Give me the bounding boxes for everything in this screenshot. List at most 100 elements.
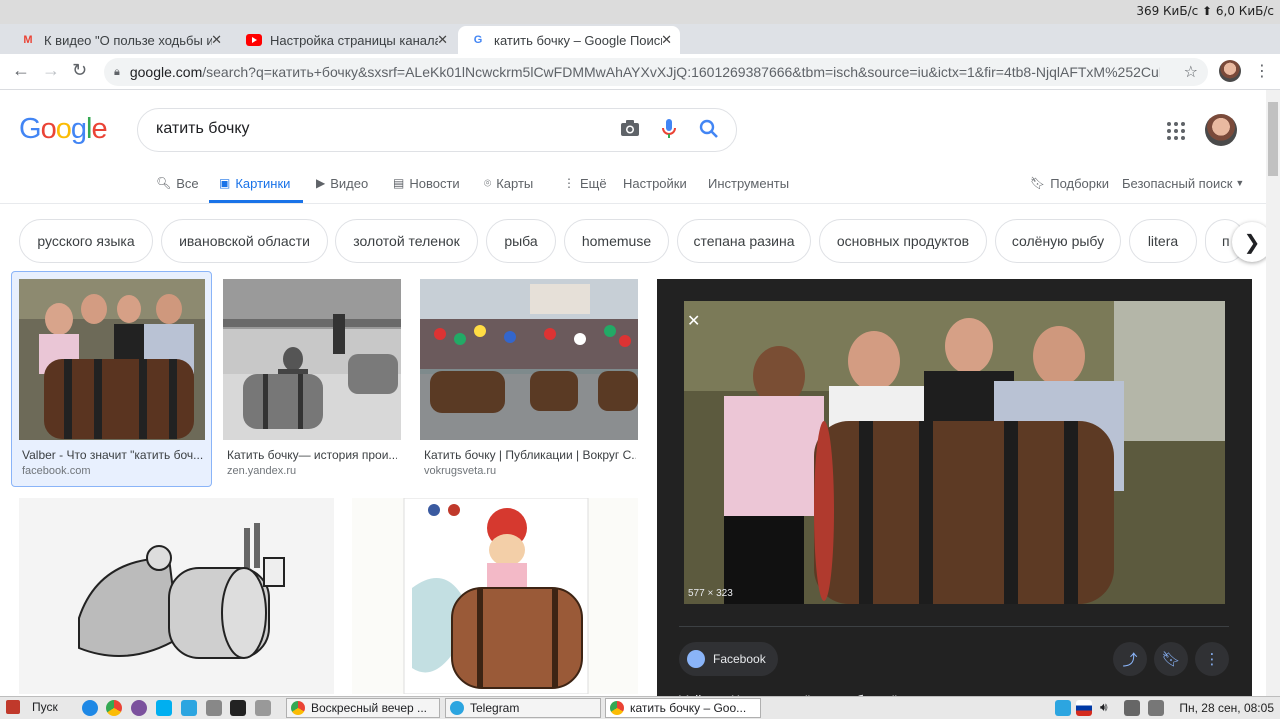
search-icon[interactable] [699, 119, 719, 144]
related-chip[interactable]: русского языка [19, 219, 153, 263]
taskbar-task[interactable]: Воскресный вечер ... [286, 698, 440, 718]
image-dimensions: 577 × 323 [688, 588, 733, 599]
video-icon: ▶ [316, 176, 326, 190]
preview-divider [679, 626, 1229, 627]
network-tray-icon[interactable] [1124, 700, 1140, 716]
back-icon[interactable]: ← [12, 60, 30, 81]
taskbar-task-active[interactable]: катить бочку – Goo... [605, 698, 761, 718]
bookmark-icon: 🔖︎ [1030, 176, 1046, 190]
tab-news[interactable]: ▤ Новости [393, 174, 460, 192]
teamviewer-icon[interactable] [82, 700, 98, 716]
result-source: facebook.com [22, 465, 91, 477]
tab-label: Новости [409, 175, 460, 191]
microphone-icon[interactable] [662, 118, 676, 145]
clock[interactable]: Пн, 28 сен, 08:05 [1179, 701, 1274, 715]
active-tab-indicator [209, 200, 303, 203]
related-chip[interactable]: ивановской области [161, 219, 328, 263]
image-result[interactable] [352, 498, 638, 694]
logo-letter: g [70, 113, 87, 145]
image-result[interactable] [19, 498, 334, 694]
result-title[interactable]: Катить бочку— история прои... [227, 448, 397, 462]
image-result[interactable]: Valber - Что значит "катить боч... faceb… [11, 271, 212, 487]
collections-link[interactable]: 🔖︎ Подборки [1030, 174, 1109, 192]
profile-avatar[interactable] [1219, 60, 1241, 82]
search-nav: 🔍︎ Все ▣ Картинки ▶ Видео ▤ Новости ⌾ Карты ⋮… [0, 168, 1280, 204]
related-chip[interactable]: золотой теленок [335, 219, 478, 263]
network-status: 369 КиБ/с ⬆ 6,0 КиБ/с [1136, 4, 1274, 18]
tab-gmail[interactable]: M К видео "О пользе ходьбы и ✕ [8, 26, 230, 54]
image-result[interactable]: Катить бочку | Публикации | Вокруг С... … [420, 279, 638, 479]
news-icon: ▤ [393, 176, 405, 190]
tab-more[interactable]: ⋮ Ещё [563, 174, 607, 192]
related-chip[interactable]: litera [1129, 219, 1197, 263]
address-bar[interactable]: 🔒︎ google.com/search?q=катить+бочку&sxsr… [104, 58, 1208, 86]
close-icon[interactable]: ✕ [687, 311, 700, 331]
result-title[interactable]: Valber - Что значит "катить боч... [22, 448, 206, 462]
reload-icon[interactable]: ↻ [72, 60, 87, 81]
tab-google-search[interactable]: G катить бочку – Google Поиск ✕ [458, 26, 680, 54]
camera-app-icon[interactable] [206, 700, 222, 716]
related-chip[interactable]: рыба [486, 219, 556, 263]
terminal-icon[interactable] [230, 700, 246, 716]
chrome-icon[interactable] [106, 700, 122, 716]
safesearch-dropdown[interactable]: Безопасный поиск ▼ [1122, 174, 1244, 192]
more-options-icon[interactable]: ⋮ [1195, 642, 1229, 676]
related-chip[interactable]: homemuse [564, 219, 669, 263]
tab-label: Подборки [1050, 175, 1109, 191]
start-button[interactable]: Пуск [6, 700, 58, 714]
tab-images[interactable]: ▣ Картинки [219, 174, 290, 192]
share-icon[interactable]: ⤴ [1113, 642, 1147, 676]
tab-title: катить бочку – Google Поиск [494, 32, 662, 48]
preview-image[interactable] [684, 301, 1225, 604]
tab-label: Карты [496, 175, 534, 191]
keyboard-layout-flag-icon[interactable] [1076, 700, 1092, 716]
tab-settings[interactable]: Настройки [623, 174, 687, 192]
logo-letter: e [91, 113, 107, 145]
volume-icon[interactable]: 🔊︎ [1100, 700, 1116, 716]
result-title[interactable]: Катить бочку | Публикации | Вокруг С... [424, 448, 636, 462]
related-chip[interactable]: основных продуктов [819, 219, 987, 263]
account-avatar[interactable] [1205, 114, 1237, 146]
tab-video[interactable]: ▶ Видео [316, 174, 368, 192]
tab-tools[interactable]: Инструменты [708, 174, 789, 192]
logo-letter: G [19, 113, 42, 145]
url-host: google.com [129, 64, 203, 80]
source-name: Facebook [713, 652, 766, 666]
source-link[interactable]: Facebook [679, 642, 778, 676]
tab-title: К видео "О пользе ходьбы и [44, 32, 212, 48]
tab-strip: M К видео "О пользе ходьбы и ✕ Настройка… [0, 24, 1280, 74]
bookmark-icon[interactable]: 🔖︎ [1154, 642, 1188, 676]
search-input[interactable] [156, 120, 576, 138]
bookmark-star-icon[interactable]: ☆ [1184, 62, 1198, 82]
camera-icon[interactable] [620, 119, 640, 142]
image-icon: ▣ [219, 176, 231, 190]
viber-icon[interactable] [131, 700, 147, 716]
browser-toolbar: ← → ↻ 🔒︎ google.com/search?q=катить+бочк… [0, 54, 1280, 90]
close-tab-icon[interactable]: ✕ [661, 32, 672, 48]
tab-youtube[interactable]: Настройка страницы канала ✕ [234, 26, 456, 54]
browser-menu-icon[interactable]: ⋮ [1254, 61, 1270, 81]
google-apps-icon[interactable] [1167, 122, 1185, 140]
page-scrollbar[interactable] [1266, 90, 1280, 696]
skype-icon[interactable] [156, 700, 172, 716]
tab-all[interactable]: 🔍︎ Все [156, 174, 199, 192]
image-result[interactable]: Катить бочку— история прои... zen.yandex… [223, 279, 401, 479]
task-label: Воскресный вечер ... [311, 701, 428, 715]
taskbar-task[interactable]: Telegram [445, 698, 601, 718]
google-logo[interactable]: Google [19, 113, 108, 146]
scrollbar-thumb[interactable] [1268, 102, 1278, 176]
start-icon [6, 700, 20, 714]
task-label: Telegram [470, 701, 520, 715]
close-tab-icon[interactable]: ✕ [437, 32, 448, 48]
files-icon[interactable] [255, 700, 271, 716]
related-chip[interactable]: степана разина [677, 219, 811, 263]
telegram-tray-icon[interactable] [1055, 700, 1071, 716]
result-source: zen.yandex.ru [227, 465, 297, 477]
tab-maps[interactable]: ⌾ Карты [484, 174, 533, 192]
forward-icon[interactable]: → [42, 60, 60, 81]
related-chip[interactable]: солёную рыбу [995, 219, 1121, 263]
battery-icon[interactable] [1148, 700, 1164, 716]
close-tab-icon[interactable]: ✕ [211, 32, 222, 48]
tab-label: Настройки [623, 175, 687, 191]
telegram-icon[interactable] [181, 700, 197, 716]
